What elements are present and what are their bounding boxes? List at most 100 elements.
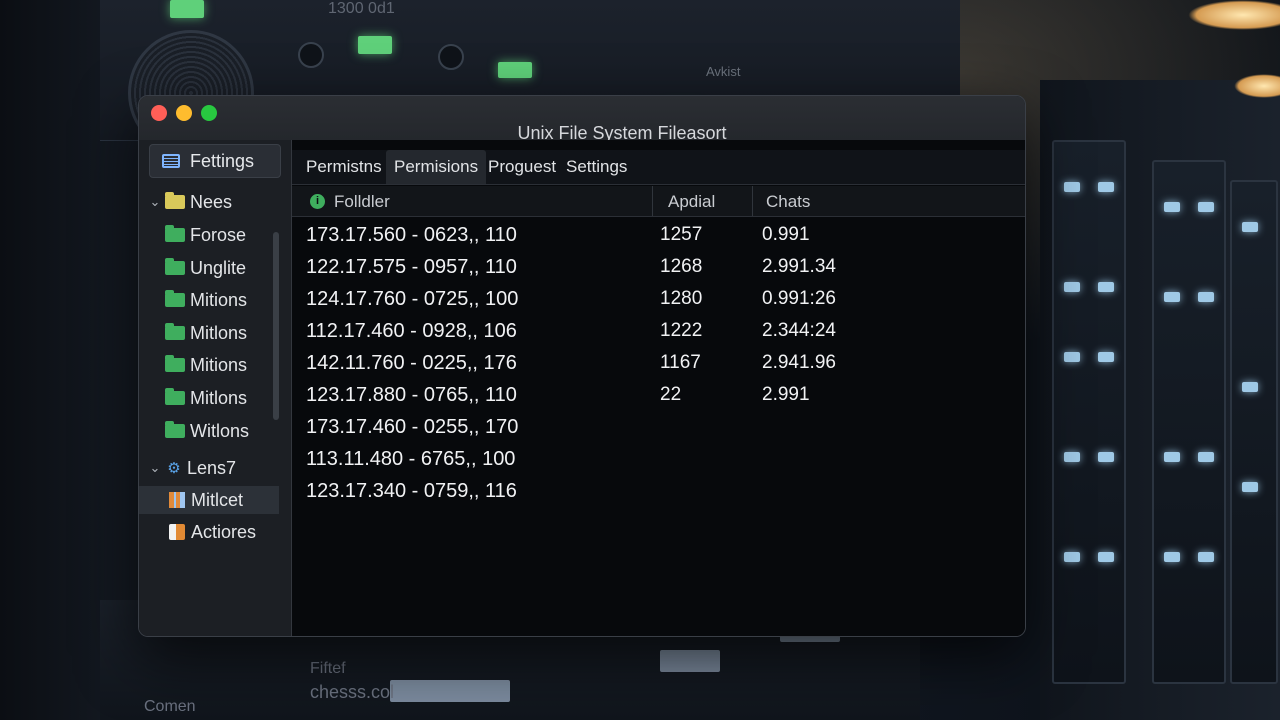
column-header-chats[interactable]: Chats — [766, 192, 810, 212]
status-led — [170, 0, 204, 18]
sidebar-item-label: Forose — [190, 224, 247, 245]
cell-chats: 2.991 — [762, 384, 810, 405]
tab-bar: Permistns Permisions Proguest Settings — [292, 150, 1025, 185]
server-unit — [1052, 140, 1126, 684]
sidebar-header-label: Fettings — [190, 150, 255, 171]
cell-chats: 0.991 — [762, 224, 810, 245]
server-unit — [1230, 180, 1278, 684]
table-row[interactable]: 124.17.760 - 0725,, 100 1280 0.991:26 — [292, 284, 1025, 316]
cell-chats: 2.344:24 — [762, 320, 836, 341]
rack-knob — [438, 44, 464, 70]
minimize-window-button[interactable] — [176, 105, 192, 121]
network-icon: ⚙ — [167, 460, 181, 477]
status-led — [358, 36, 392, 54]
chevron-down-icon[interactable]: ⌄ — [145, 194, 165, 210]
folder-icon — [165, 290, 185, 307]
rack-label: Fiftef — [310, 660, 346, 677]
rack-knob — [298, 42, 324, 68]
column-header-folder[interactable]: Folldler — [334, 192, 390, 212]
cell-name: 123.17.880 - 0765,, 110 — [306, 384, 517, 406]
sidebar-item-label: Mitlcet — [191, 489, 244, 510]
cell-apdial: 1268 — [660, 256, 703, 277]
folder-icon — [165, 355, 185, 372]
table-row[interactable]: 122.17.575 - 0957,, 110 1268 2.991.34 — [292, 252, 1025, 284]
maximize-window-button[interactable] — [201, 105, 217, 121]
sidebar-item-label: Witlons — [190, 420, 250, 441]
table-row[interactable]: 123.17.340 - 0759,, 116 — [292, 476, 1025, 508]
rack-label: Comen — [144, 698, 196, 715]
column-header-apdial[interactable]: Apdial — [668, 192, 715, 212]
table-row[interactable]: 113.11.480 - 6765,, 100 — [292, 444, 1025, 476]
people-icon — [169, 524, 185, 540]
sidebar-item-label: Mitions — [190, 354, 248, 375]
rack-label: Avkist — [706, 64, 741, 79]
folder-icon — [165, 192, 185, 209]
column-divider[interactable] — [652, 186, 653, 216]
sidebar-item-nees[interactable]: ⌄ Nees — [139, 188, 279, 216]
sidebar-item-mitlcet[interactable]: Mitlcet — [139, 486, 279, 514]
close-window-button[interactable] — [151, 105, 167, 121]
server-rack-right — [1040, 80, 1280, 720]
sidebar-item-lens7[interactable]: ⌄ ⚙ Lens7 — [139, 454, 279, 482]
sidebar-item-mitlons[interactable]: Mitlons — [139, 319, 279, 347]
cell-name: 124.17.760 - 0725,, 100 — [306, 288, 519, 310]
folder-icon — [165, 258, 185, 275]
table-row[interactable]: 123.17.880 - 0765,, 110 22 2.991 — [292, 380, 1025, 412]
sidebar-item-label: Nees — [190, 191, 233, 212]
rack-label: 1300 0d1 — [328, 0, 395, 17]
folder-icon — [165, 225, 185, 242]
sidebar-item-label: Actiores — [191, 521, 257, 542]
folder-icon — [165, 388, 185, 405]
chevron-down-icon[interactable]: ⌄ — [145, 460, 165, 476]
rack-plate — [660, 650, 720, 672]
sidebar: Fettings ⌄ Nees Forose Unglite Mitions M… — [139, 140, 292, 636]
sidebar-item-mitions[interactable]: Mitions — [139, 286, 279, 314]
table-row[interactable]: 112.17.460 - 0928,, 106 1222 2.344:24 — [292, 316, 1025, 348]
sidebar-item-label: Mitions — [190, 289, 248, 310]
cell-apdial: 22 — [660, 384, 682, 405]
sidebar-item-forose[interactable]: Forose — [139, 221, 279, 249]
sidebar-item-unglite[interactable]: Unglite — [139, 254, 279, 282]
sidebar-item-witlons[interactable]: Witlons — [139, 417, 279, 445]
rack-plate — [390, 680, 510, 702]
cell-name: 113.11.480 - 6765,, 100 — [306, 448, 516, 470]
server-unit — [1152, 160, 1226, 684]
cell-chats: 2.941.96 — [762, 352, 836, 373]
folder-icon — [165, 323, 185, 340]
sidebar-item-label: Mitlons — [190, 387, 248, 408]
cell-apdial: 1280 — [660, 288, 703, 309]
tab-settings[interactable]: Settings — [558, 150, 635, 184]
cell-name: 142.11.760 - 0225,, 176 — [306, 352, 517, 374]
info-icon: i — [310, 194, 325, 209]
table-row[interactable]: 142.11.760 - 0225,, 176 1167 2.941.96 — [292, 348, 1025, 380]
table-row[interactable]: 173.17.460 - 0255,, 170 — [292, 412, 1025, 444]
cell-apdial: 1257 — [660, 224, 703, 245]
sidebar-item-mitlons-2[interactable]: Mitlons — [139, 384, 279, 412]
sidebar-item-label: Mitlons — [190, 322, 248, 343]
list-icon — [162, 154, 180, 168]
cell-name: 122.17.575 - 0957,, 110 — [306, 256, 517, 278]
cell-chats: 0.991:26 — [762, 288, 836, 309]
title-bar[interactable]: Unix File System Fileasort — [139, 96, 1025, 143]
tab-proguest[interactable]: Proguest — [480, 150, 564, 184]
cell-apdial: 1167 — [660, 352, 701, 373]
sidebar-item-label: Lens7 — [187, 457, 237, 478]
sidebar-item-actiores[interactable]: Actiores — [139, 518, 279, 546]
chart-icon — [169, 492, 185, 508]
sidebar-header-button[interactable]: Fettings — [149, 144, 281, 178]
sidebar-item-label: Unglite — [190, 257, 247, 278]
rack-label: chesss.col — [310, 682, 395, 702]
cell-name: 123.17.340 - 0759,, 116 — [306, 480, 517, 502]
tab-permistns[interactable]: Permistns — [298, 150, 390, 184]
table-row[interactable]: 173.17.560 - 0623,, 110 1257 0.991 — [292, 220, 1025, 252]
cell-apdial: 1222 — [660, 320, 703, 341]
tab-permisions[interactable]: Permisions — [386, 150, 487, 184]
cell-name: 112.17.460 - 0928,, 106 — [306, 320, 517, 342]
folder-icon — [165, 421, 185, 438]
sidebar-scrollbar[interactable] — [273, 232, 279, 420]
main-pane: Permistns Permisions Proguest Settings i… — [292, 140, 1025, 636]
file-manager-window: Unix File System Fileasort Fettings ⌄ Ne… — [138, 95, 1026, 637]
cell-chats: 2.991.34 — [762, 256, 836, 277]
sidebar-item-mitions-2[interactable]: Mitions — [139, 351, 279, 379]
column-divider[interactable] — [752, 186, 753, 216]
